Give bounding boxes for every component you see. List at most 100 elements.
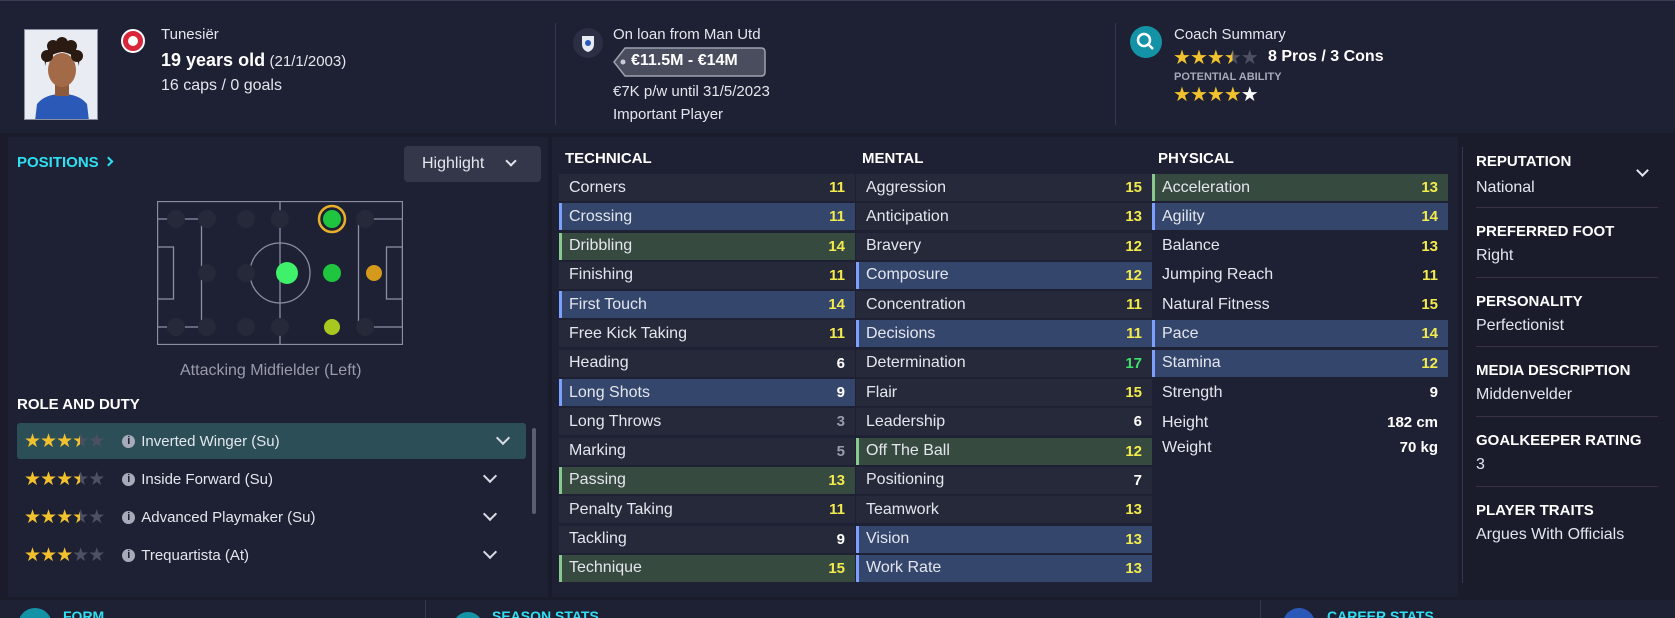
attribute-name: Determination bbox=[866, 354, 966, 372]
attribute-value: 11 bbox=[829, 266, 845, 284]
attribute-name: Aggression bbox=[866, 178, 947, 196]
attribute-row[interactable]: Technique 15 bbox=[559, 554, 855, 582]
attribute-row[interactable]: Vision 13 bbox=[856, 525, 1152, 553]
attribute-name: Crossing bbox=[569, 207, 633, 225]
role-list-scrollbar[interactable] bbox=[532, 428, 536, 514]
attribute-row[interactable]: Dribbling 14 bbox=[559, 232, 855, 260]
mental-heading: MENTAL bbox=[862, 150, 924, 167]
chevron-down-icon[interactable] bbox=[482, 506, 498, 522]
attribute-value: 13 bbox=[828, 471, 845, 489]
attribute-value: 13 bbox=[1125, 530, 1142, 548]
wage-contract: €7K p/w until 31/5/2023 bbox=[613, 83, 770, 100]
attribute-row[interactable]: Jumping Reach 11 bbox=[1152, 262, 1448, 289]
attribute-name: Balance bbox=[1162, 237, 1220, 255]
attribute-row[interactable]: Strength 9 bbox=[1152, 379, 1448, 406]
attribute-name: Technique bbox=[569, 559, 642, 577]
positions-link[interactable]: POSITIONS bbox=[17, 154, 114, 172]
preferred-foot-value: Right bbox=[1476, 247, 1514, 264]
attribute-value: 12 bbox=[1421, 354, 1438, 372]
chevron-down-icon[interactable] bbox=[482, 468, 498, 484]
attribute-name: Jumping Reach bbox=[1162, 266, 1274, 284]
attribute-row[interactable]: Long Shots 9 bbox=[559, 379, 855, 407]
info-icon[interactable]: i bbox=[122, 548, 136, 562]
role-stars: ★ ★ ★ ★ ★ bbox=[24, 468, 105, 490]
attribute-name: Composure bbox=[866, 266, 949, 284]
attribute-value: 13 bbox=[1125, 501, 1142, 519]
chevron-down-icon[interactable] bbox=[495, 430, 511, 446]
attribute-name: Teamwork bbox=[866, 500, 939, 518]
attribute-row[interactable]: Concentration 11 bbox=[856, 291, 1152, 319]
attribute-row[interactable]: First Touch 14 bbox=[559, 291, 855, 319]
reputation-block[interactable]: REPUTATION National bbox=[1476, 153, 1646, 197]
attribute-row[interactable]: Off The Ball 12 bbox=[856, 437, 1152, 465]
info-icon[interactable]: i bbox=[122, 510, 136, 524]
role-row-inside-forward[interactable]: ★ ★ ★ ★ ★ i Inside Forward (Su) bbox=[17, 461, 527, 497]
attribute-value: 15 bbox=[1421, 296, 1438, 314]
attribute-row[interactable]: Flair 15 bbox=[856, 379, 1152, 407]
attribute-row[interactable]: Corners 11 bbox=[559, 174, 855, 201]
attribute-value: 9 bbox=[836, 530, 845, 548]
info-icon[interactable]: i bbox=[122, 434, 136, 448]
attribute-row[interactable]: Pace 14 bbox=[1152, 320, 1448, 348]
side-divider bbox=[1476, 207, 1658, 208]
form-link[interactable]: FORM bbox=[63, 608, 104, 618]
pros-cons[interactable]: 8 Pros / 3 Cons bbox=[1268, 48, 1384, 66]
media-description-block: MEDIA DESCRIPTION Middenvelder bbox=[1476, 362, 1646, 404]
role-row-advanced-playmaker[interactable]: ★ ★ ★ ★ ★ i Advanced Playmaker (Su) bbox=[17, 499, 527, 535]
attribute-row[interactable]: Tackling 9 bbox=[559, 525, 855, 553]
positions-label: POSITIONS bbox=[17, 154, 99, 171]
season-stats-link[interactable]: SEASON STATS bbox=[492, 608, 599, 618]
attribute-row[interactable]: Marking 5 bbox=[559, 437, 855, 465]
attribute-name: Leadership bbox=[866, 412, 946, 430]
search-icon[interactable] bbox=[1130, 26, 1162, 58]
attribute-row[interactable]: Long Throws 3 bbox=[559, 408, 855, 436]
attribute-row[interactable]: Bravery 12 bbox=[856, 232, 1152, 260]
attribute-value: 17 bbox=[1125, 354, 1142, 372]
preferred-foot-block: PREFERRED FOOT Right bbox=[1476, 223, 1646, 265]
attribute-row[interactable]: Agility 14 bbox=[1152, 203, 1448, 231]
personality-label: PERSONALITY bbox=[1476, 293, 1583, 310]
attribute-row[interactable]: Stamina 12 bbox=[1152, 349, 1448, 377]
role-stars: ★ ★ ★ ★ ★ bbox=[24, 506, 105, 528]
attribute-name: Pace bbox=[1162, 324, 1199, 342]
attribute-row[interactable]: Composure 12 bbox=[856, 261, 1152, 289]
bottom-divider bbox=[425, 600, 426, 618]
chevron-down-icon[interactable] bbox=[482, 544, 498, 560]
career-stats-link[interactable]: CAREER STATS bbox=[1327, 608, 1434, 618]
attribute-row[interactable]: Acceleration 13 bbox=[1152, 174, 1448, 201]
attribute-row[interactable]: Balance 13 bbox=[1152, 233, 1448, 260]
attribute-value: 11 bbox=[1126, 296, 1142, 314]
attribute-row[interactable]: Natural Fitness 15 bbox=[1152, 291, 1448, 318]
age-value: 19 years old bbox=[161, 50, 266, 70]
attribute-row[interactable]: Finishing 11 bbox=[559, 261, 855, 289]
attribute-name: Concentration bbox=[866, 295, 966, 313]
attribute-row[interactable]: Crossing 11 bbox=[559, 203, 855, 231]
attribute-row[interactable]: Positioning 7 bbox=[856, 466, 1152, 494]
mental-column: MENTAL Aggression 15 Anticipation 13 Bravery… bbox=[856, 150, 1152, 584]
role-row-trequartista[interactable]: ★ ★ ★ ★ ★ i Trequartista (At) bbox=[17, 537, 527, 573]
info-icon[interactable]: i bbox=[122, 472, 136, 486]
attributes-divider bbox=[1462, 147, 1463, 583]
attribute-row[interactable]: Decisions 11 bbox=[856, 320, 1152, 348]
header-divider bbox=[555, 23, 556, 125]
attribute-row[interactable]: Leadership 6 bbox=[856, 408, 1152, 436]
attribute-row[interactable]: Work Rate 13 bbox=[856, 554, 1152, 582]
attribute-value: 9 bbox=[1429, 384, 1438, 402]
attribute-value: 12 bbox=[1125, 442, 1142, 460]
attribute-row[interactable]: Passing 13 bbox=[559, 466, 855, 494]
attribute-row[interactable]: Heading 6 bbox=[559, 349, 855, 377]
role-name: Trequartista (At) bbox=[141, 546, 250, 564]
role-row-inverted-winger[interactable]: ★ ★ ★ ★ ★ i Inverted Winger (Su) bbox=[17, 423, 526, 459]
attribute-row[interactable]: Determination 17 bbox=[856, 349, 1152, 377]
attribute-row[interactable]: Free Kick Taking 11 bbox=[559, 320, 855, 348]
attribute-value: 13 bbox=[1421, 179, 1438, 196]
role-duty-label: ROLE AND DUTY bbox=[17, 396, 140, 413]
attribute-row[interactable]: Aggression 15 bbox=[856, 174, 1152, 201]
highlight-dropdown[interactable]: Highlight bbox=[404, 146, 541, 182]
bottom-divider bbox=[1260, 600, 1261, 618]
attribute-row[interactable]: Anticipation 13 bbox=[856, 203, 1152, 231]
attribute-value: 13 bbox=[1125, 559, 1142, 577]
attribute-row[interactable]: Teamwork 13 bbox=[856, 496, 1152, 524]
attribute-row[interactable]: Penalty Taking 11 bbox=[559, 496, 855, 524]
club-badge-icon bbox=[573, 28, 603, 58]
